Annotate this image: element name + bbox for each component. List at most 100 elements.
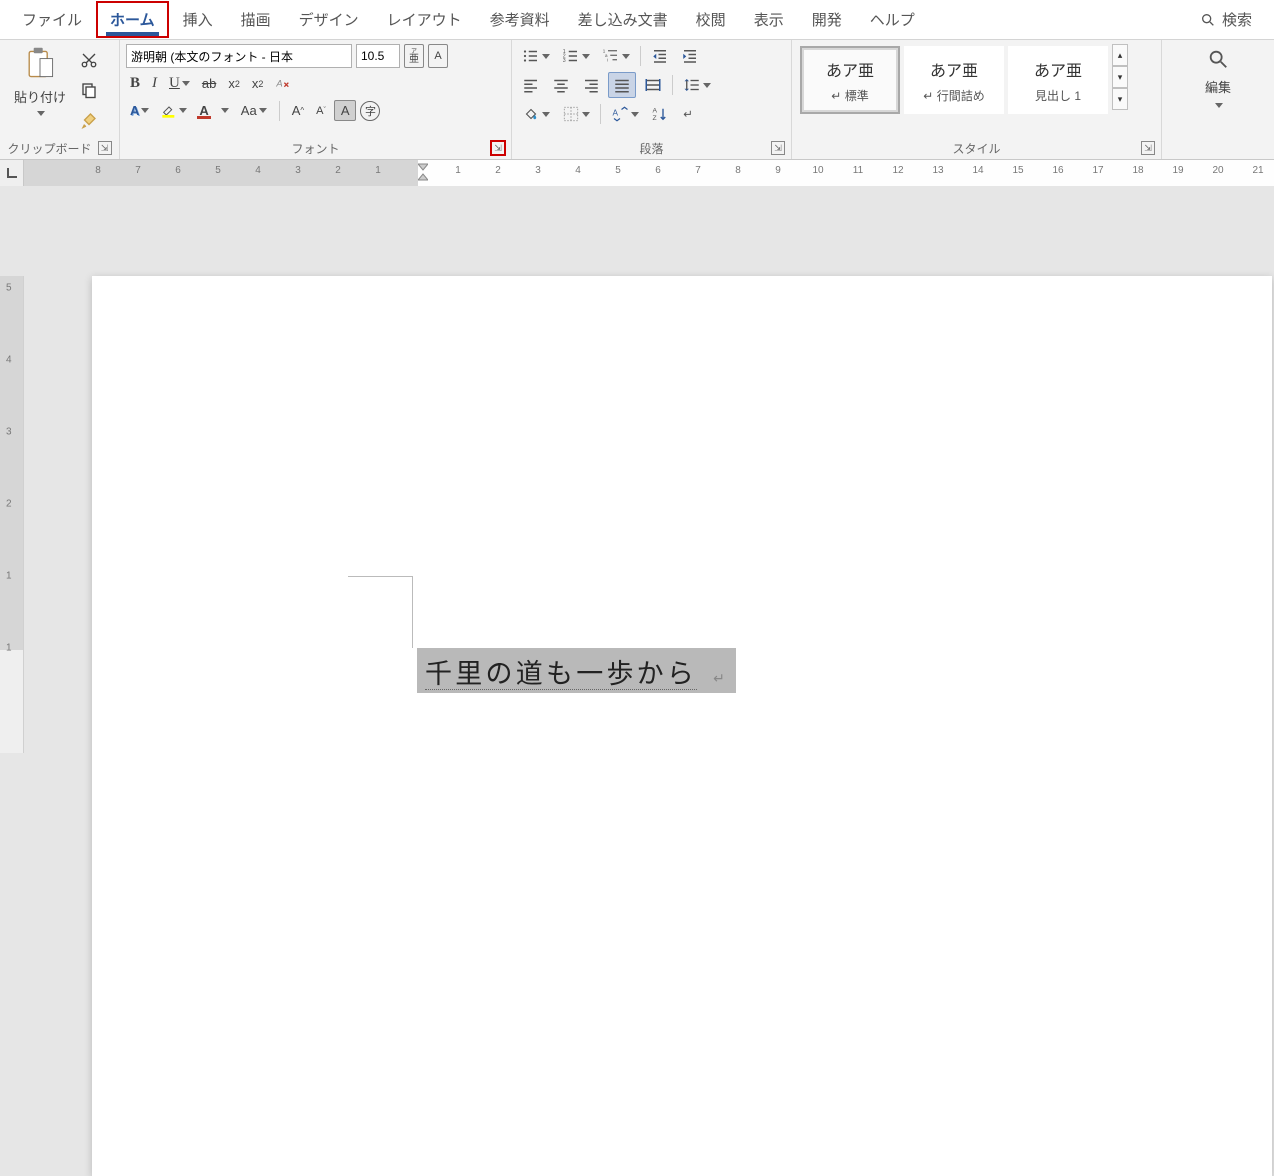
styles-scroll-up[interactable]: ▴ bbox=[1112, 44, 1128, 66]
sort-icon: AZ bbox=[651, 105, 669, 123]
styles-scroll-down[interactable]: ▾ bbox=[1112, 66, 1128, 88]
style-sample: あア亜 bbox=[1034, 57, 1082, 81]
tab-mailings[interactable]: 差し込み文書 bbox=[564, 1, 682, 38]
enclosed-char-button[interactable]: 字 bbox=[360, 101, 380, 121]
header-boundary-vert bbox=[412, 576, 413, 648]
text-effects-button[interactable]: A bbox=[126, 100, 153, 121]
font-launcher[interactable]: ⇲ bbox=[491, 141, 505, 155]
highlight-color-button[interactable] bbox=[157, 100, 191, 122]
paste-button[interactable]: 貼り付け bbox=[10, 84, 70, 109]
svg-text:3: 3 bbox=[563, 58, 566, 64]
phonetic-guide-button[interactable]: ア 亜 bbox=[404, 44, 424, 68]
tab-selector[interactable] bbox=[0, 160, 24, 186]
align-right-button[interactable] bbox=[578, 73, 604, 97]
superscript-button[interactable]: x2 bbox=[248, 73, 268, 94]
search-icon bbox=[1207, 48, 1229, 70]
tab-view[interactable]: 表示 bbox=[740, 1, 798, 38]
format-painter-button[interactable] bbox=[76, 108, 102, 132]
clear-format-icon: A bbox=[275, 76, 291, 92]
paragraph-mark-icon: ↵ bbox=[713, 672, 728, 687]
ruler-area: 8765432112345678910111213141516171819202… bbox=[0, 160, 1274, 186]
style-sample: あア亜 bbox=[930, 57, 978, 81]
scissors-icon bbox=[80, 51, 98, 69]
search-button[interactable]: 検索 bbox=[1186, 1, 1266, 38]
vertical-ruler[interactable]: 543211 bbox=[0, 276, 24, 753]
strikethrough-button[interactable]: ab bbox=[198, 73, 220, 94]
header-boundary bbox=[348, 576, 412, 577]
style-heading1[interactable]: あア亜 見出し 1 bbox=[1008, 46, 1108, 114]
styles-launcher[interactable]: ⇲ bbox=[1141, 141, 1155, 155]
style-name: ↵ 行間詰め bbox=[923, 87, 984, 104]
svg-text:A: A bbox=[613, 109, 619, 118]
ribbon-tabs: ファイル ホーム 挿入 描画 デザイン レイアウト 参考資料 差し込み文書 校閲… bbox=[0, 0, 1274, 40]
paste-icon bbox=[25, 46, 55, 82]
tab-home[interactable]: ホーム bbox=[96, 1, 169, 38]
tab-help[interactable]: ヘルプ bbox=[856, 1, 929, 38]
document-area: 543211 千里の道も一歩から ↵ bbox=[0, 186, 1274, 753]
distribute-button[interactable] bbox=[640, 73, 666, 97]
cut-button[interactable] bbox=[76, 48, 102, 72]
font-group-label: フォント bbox=[291, 140, 339, 157]
ribbon: 貼り付け クリップボード ⇲ bbox=[0, 40, 1274, 160]
clear-formatting-button[interactable]: A bbox=[271, 73, 295, 95]
tab-draw[interactable]: 描画 bbox=[227, 1, 285, 38]
align-center-button[interactable] bbox=[548, 73, 574, 97]
styles-expand[interactable]: ▾ bbox=[1112, 88, 1128, 110]
paste-dropdown-icon[interactable] bbox=[37, 111, 45, 116]
paint-bucket-icon bbox=[522, 105, 540, 123]
increase-indent-button[interactable] bbox=[677, 44, 703, 68]
show-marks-button[interactable]: ↵ bbox=[677, 102, 703, 126]
char-shading-button[interactable]: A bbox=[334, 100, 357, 121]
paragraph-launcher[interactable]: ⇲ bbox=[771, 141, 785, 155]
char-border-button[interactable]: A bbox=[428, 44, 448, 68]
italic-button[interactable]: I bbox=[148, 72, 161, 95]
editing-dropdown-icon[interactable] bbox=[1215, 103, 1223, 108]
sort-button[interactable]: AZ bbox=[647, 102, 673, 126]
style-nospacing[interactable]: あア亜 ↵ 行間詰め bbox=[904, 46, 1004, 114]
document-page[interactable]: 千里の道も一歩から ↵ bbox=[92, 276, 1272, 1176]
svg-text:Z: Z bbox=[653, 115, 657, 122]
group-styles: あア亜 ↵ 標準 あア亜 ↵ 行間詰め あア亜 見出し 1 ▴ ▾ ▾ スタイル… bbox=[792, 40, 1162, 159]
decrease-indent-button[interactable] bbox=[647, 44, 673, 68]
editing-label: 編集 bbox=[1205, 77, 1231, 96]
clipboard-launcher[interactable]: ⇲ bbox=[98, 141, 112, 155]
style-normal[interactable]: あア亜 ↵ 標準 bbox=[800, 46, 900, 114]
line-spacing-button[interactable] bbox=[679, 73, 715, 97]
tab-file[interactable]: ファイル bbox=[8, 1, 96, 38]
borders-button[interactable] bbox=[558, 102, 594, 126]
document-text: 千里の道も一歩から bbox=[425, 659, 697, 690]
outdent-icon bbox=[651, 47, 669, 65]
numbering-button[interactable]: 123 bbox=[558, 44, 594, 68]
copy-icon bbox=[80, 81, 98, 99]
bullets-button[interactable] bbox=[518, 44, 554, 68]
horizontal-ruler[interactable]: 8765432112345678910111213141516171819202… bbox=[24, 160, 1274, 186]
copy-button[interactable] bbox=[76, 78, 102, 102]
tab-layout[interactable]: レイアウト bbox=[373, 1, 476, 38]
tab-review[interactable]: 校閲 bbox=[682, 1, 740, 38]
font-color-button[interactable]: A bbox=[195, 99, 232, 122]
grow-font-button[interactable]: A^ bbox=[288, 100, 308, 121]
asian-layout-button[interactable]: A bbox=[607, 102, 643, 126]
font-size-input[interactable] bbox=[356, 44, 400, 68]
editing-button[interactable]: 編集 bbox=[1201, 74, 1235, 99]
font-name-input[interactable] bbox=[126, 44, 352, 68]
highlight-icon bbox=[161, 103, 177, 119]
tab-references[interactable]: 参考資料 bbox=[476, 1, 564, 38]
multilevel-button[interactable]: 1ai bbox=[598, 44, 634, 68]
shading-button[interactable] bbox=[518, 102, 554, 126]
subscript-button[interactable]: x2 bbox=[224, 73, 244, 94]
tab-developer[interactable]: 開発 bbox=[798, 1, 856, 38]
tab-insert[interactable]: 挿入 bbox=[169, 1, 227, 38]
change-case-button[interactable]: Aa bbox=[237, 100, 271, 121]
multilevel-icon: 1ai bbox=[602, 47, 620, 65]
bold-button[interactable]: B bbox=[126, 72, 144, 95]
group-paragraph: 123 1ai bbox=[512, 40, 792, 159]
indent-marker-icon[interactable] bbox=[418, 160, 428, 184]
styles-group-label: スタイル bbox=[952, 140, 1000, 157]
tab-design[interactable]: デザイン bbox=[285, 1, 373, 38]
selected-text[interactable]: 千里の道も一歩から ↵ bbox=[417, 648, 736, 693]
justify-button[interactable] bbox=[608, 72, 636, 98]
underline-button[interactable]: U bbox=[165, 72, 194, 95]
shrink-font-button[interactable]: Aˇ bbox=[312, 102, 330, 120]
align-left-button[interactable] bbox=[518, 73, 544, 97]
